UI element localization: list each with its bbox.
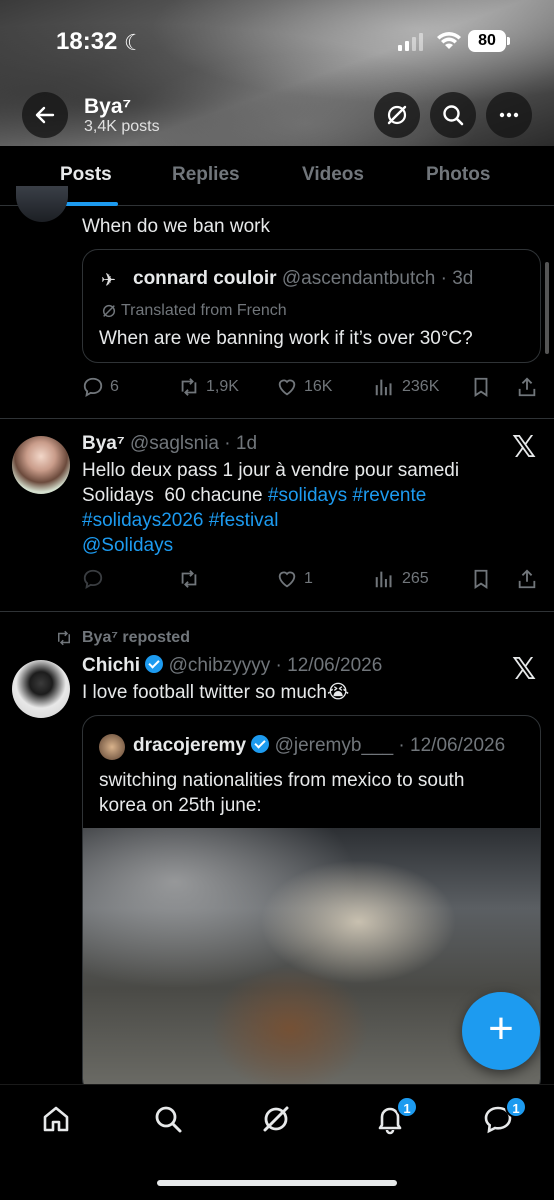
view-count: 265 xyxy=(402,570,429,587)
views-button[interactable]: 265 xyxy=(374,568,429,590)
repost-icon xyxy=(181,570,197,588)
post2-hashtags-2[interactable]: #solidays2026 #festival xyxy=(82,508,532,533)
compose-post-button[interactable]: + xyxy=(462,992,540,1070)
view-count: 236K xyxy=(402,378,440,395)
search-icon xyxy=(443,105,464,126)
repost-count: 1,9K xyxy=(206,378,239,395)
post2-author-handle[interactable]: @saglsnia xyxy=(130,433,219,454)
bookmark-button[interactable] xyxy=(470,568,492,590)
quote-time: 3d xyxy=(452,268,474,289)
battery-tip xyxy=(507,37,510,45)
heart-icon xyxy=(278,379,296,396)
home-indicator xyxy=(157,1180,397,1186)
profile-name: Bya⁷ xyxy=(84,95,132,118)
reply-button[interactable] xyxy=(82,568,104,590)
notifications-badge: 1 xyxy=(396,1096,418,1118)
post1-text: When do we ban work xyxy=(82,216,270,237)
profile-tabs: Posts Replies Videos Photos xyxy=(0,146,554,206)
battery-indicator: 80 xyxy=(468,30,506,52)
grok-button[interactable] xyxy=(374,92,420,138)
views-button[interactable]: 236K xyxy=(374,376,439,398)
grok-icon xyxy=(387,105,407,125)
post2-author-name[interactable]: Bya⁷ xyxy=(82,433,125,454)
quote-author-handle: @ascendantbutch xyxy=(281,268,436,289)
post-divider xyxy=(0,418,554,419)
reply-button[interactable]: 6 xyxy=(82,376,119,398)
focus-moon-icon: ☾ xyxy=(124,30,144,55)
like-button[interactable]: 1 xyxy=(276,568,313,590)
bookmark-icon xyxy=(474,377,488,397)
reply-icon xyxy=(83,377,103,398)
repost-button[interactable]: 1,9K xyxy=(178,376,239,398)
profile-post-count: 3,4K posts xyxy=(84,118,160,135)
post2-text-line1: Hello deux pass 1 jour à vendre pour sam… xyxy=(82,460,460,481)
home-icon[interactable] xyxy=(40,1103,72,1135)
grok-icon[interactable] xyxy=(260,1103,292,1135)
cell-signal-icon xyxy=(398,33,423,51)
translated-label[interactable]: Translated from French xyxy=(121,302,287,320)
search-icon[interactable] xyxy=(152,1103,184,1135)
repost-button[interactable] xyxy=(178,568,200,590)
reply-count: 6 xyxy=(110,378,119,395)
quote-author-name: dracojeremy xyxy=(133,735,247,756)
views-chart-icon xyxy=(375,379,392,396)
tab-posts[interactable]: Posts xyxy=(60,164,112,186)
post3-time: 12/06/2026 xyxy=(287,655,383,676)
post-divider xyxy=(0,611,554,612)
share-button[interactable] xyxy=(516,568,538,590)
reposted-by-label[interactable]: Bya⁷ reposted xyxy=(82,629,190,647)
translate-icon xyxy=(102,304,116,318)
bookmark-button[interactable] xyxy=(470,376,492,398)
more-dots-icon xyxy=(499,112,519,118)
app: 18:32 ☾ 80 Bya⁷ 3,4K posts Posts Replies… xyxy=(0,0,554,1200)
reply-icon xyxy=(83,569,103,590)
quote-author-avatar: ✈ xyxy=(101,270,117,290)
quote-author-avatar xyxy=(99,734,125,760)
heart-icon xyxy=(278,571,296,588)
quote-time: 12/06/2026 xyxy=(410,735,506,756)
tab-photos[interactable]: Photos xyxy=(426,164,490,186)
quote-text: When are we banning work if it’s over 30… xyxy=(99,328,473,349)
quote-text-line1: switching nationalities from mexico to s… xyxy=(99,770,465,791)
like-button[interactable]: 16K xyxy=(276,376,332,398)
repost-icon xyxy=(181,378,197,396)
verified-badge-icon xyxy=(251,735,270,753)
share-icon xyxy=(518,569,536,589)
like-count: 16K xyxy=(304,378,333,395)
post3-text: I love football twitter so much😭 xyxy=(82,682,350,703)
share-icon xyxy=(518,377,536,397)
back-arrow-icon xyxy=(35,106,55,124)
quote-author-handle: @jeremyb___ xyxy=(274,735,394,756)
wifi-icon xyxy=(437,32,461,49)
views-chart-icon xyxy=(375,571,392,588)
like-count: 1 xyxy=(304,570,313,587)
post3-author-handle[interactable]: @chibzyyyy xyxy=(169,655,271,676)
post2-text-line2: Solidays 60 chacune xyxy=(82,485,268,506)
tab-videos[interactable]: Videos xyxy=(302,164,364,186)
profile-header-banner: 18:32 ☾ 80 Bya⁷ 3,4K posts xyxy=(0,0,554,146)
post3-author-name[interactable]: Chichi xyxy=(82,655,140,676)
post2-time: 1d xyxy=(235,433,258,454)
more-options-button[interactable] xyxy=(486,92,532,138)
post2-hashtags[interactable]: #solidays #revente xyxy=(268,485,426,506)
post2-mention[interactable]: @Solidays xyxy=(82,533,532,558)
post3-avatar[interactable] xyxy=(12,660,70,718)
share-button[interactable] xyxy=(516,376,538,398)
search-button[interactable] xyxy=(430,92,476,138)
scrollbar[interactable] xyxy=(545,262,549,354)
bookmark-icon xyxy=(474,569,488,589)
quote-text-line2: korea on 25th june: xyxy=(99,795,262,816)
x-logo-icon: 𝕏 xyxy=(512,652,537,687)
post1-quote-card[interactable]: ✈ connard couloir @ascendantbutch · 3d T… xyxy=(82,249,541,363)
post1-avatar[interactable] xyxy=(16,186,68,222)
reposted-icon xyxy=(58,630,70,646)
back-button[interactable] xyxy=(22,92,68,138)
post2-avatar[interactable] xyxy=(12,436,70,494)
verified-badge-icon xyxy=(145,655,164,673)
tab-replies[interactable]: Replies xyxy=(172,164,240,186)
messages-badge: 1 xyxy=(505,1096,527,1118)
quote-author-name: connard couloir xyxy=(133,268,277,289)
status-time: 18:32 xyxy=(56,28,118,55)
